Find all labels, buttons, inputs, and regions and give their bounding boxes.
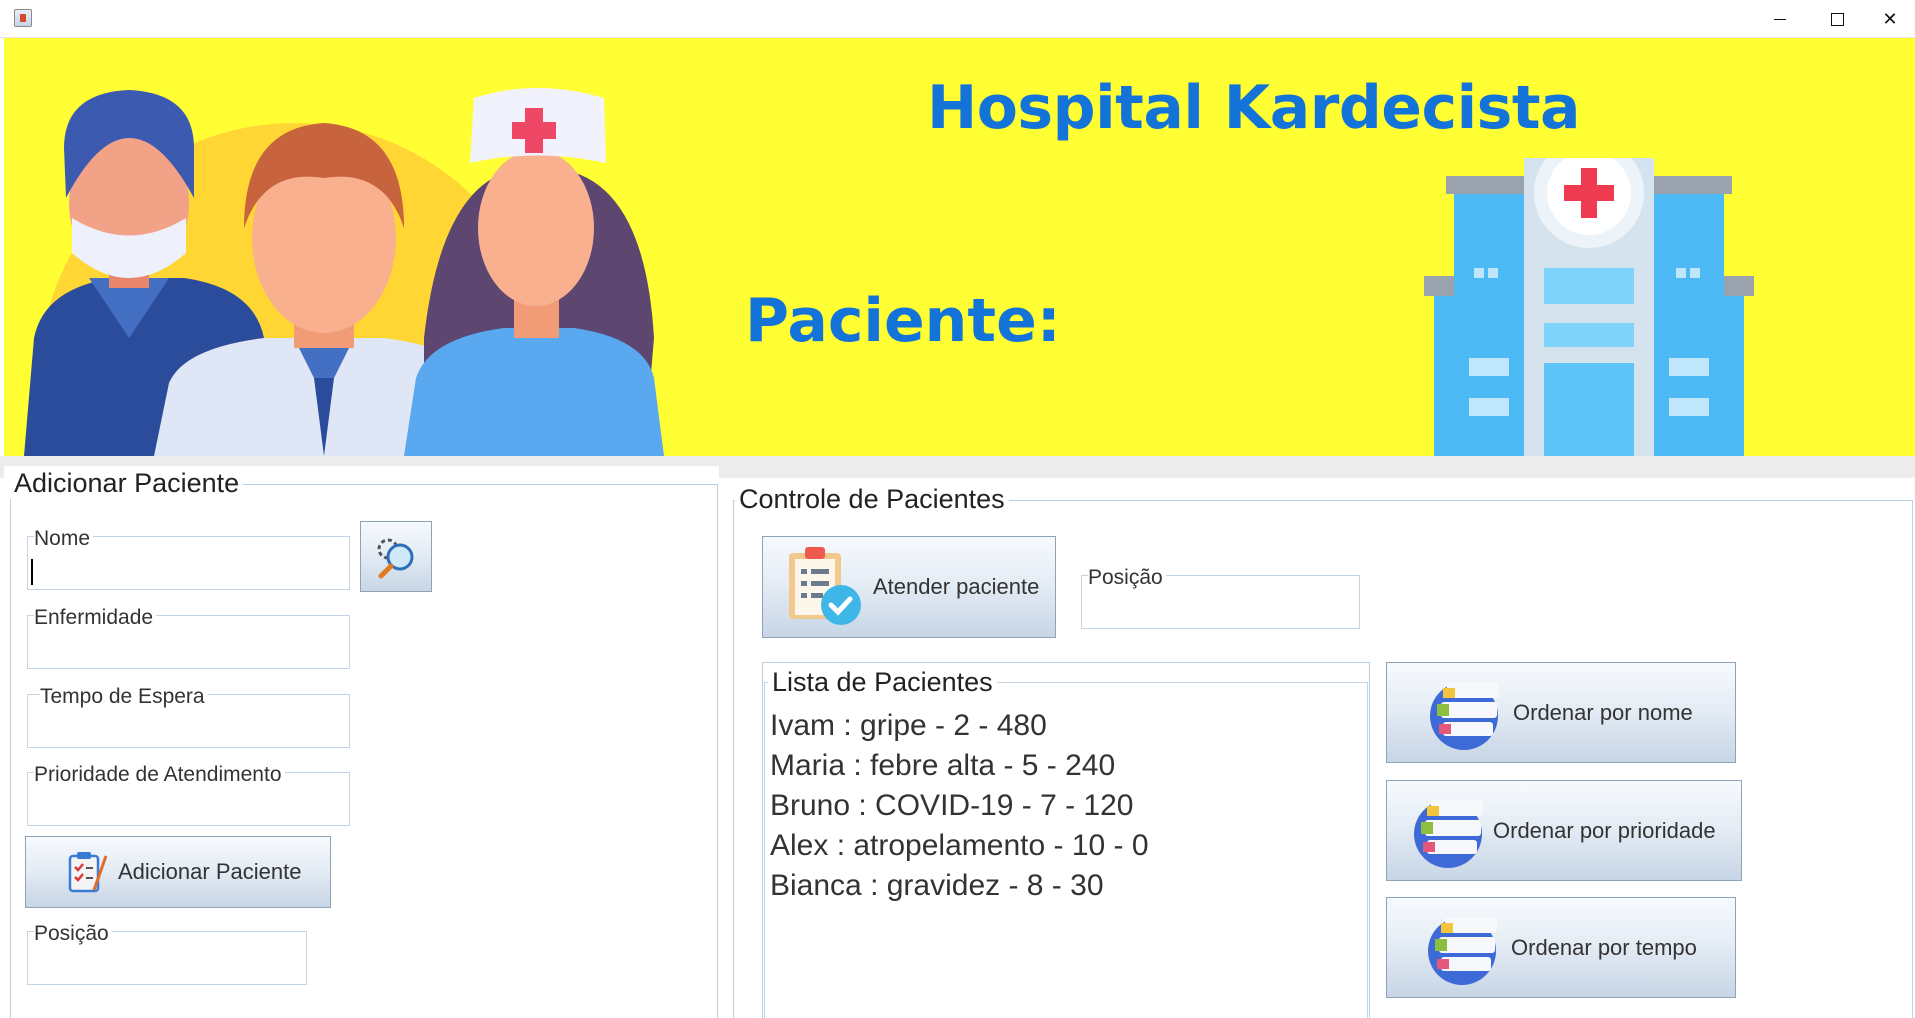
sort-by-name-label: Ordenar por nome [1513, 699, 1693, 725]
hospital-building-illustration [1424, 158, 1754, 456]
medical-staff-illustration [24, 88, 664, 456]
clipboard-checklist-icon [68, 852, 108, 893]
list-item[interactable]: Bruno : COVID-19 - 7 - 120 [770, 789, 1134, 823]
sort-by-priority-label: Ordenar por prioridade [1493, 817, 1716, 843]
search-patient-button[interactable] [360, 521, 432, 592]
window-titlebar: ✕ [0, 0, 1915, 38]
add-position-field-label: Posição [34, 922, 112, 946]
sort-by-name-button[interactable]: Ordenar por nome [1386, 662, 1736, 763]
maximize-icon[interactable] [1809, 0, 1865, 38]
sorted-list-icon [1430, 681, 1499, 750]
sorted-list-icon [1414, 799, 1483, 868]
attend-patient-button-label: Atender paciente [873, 574, 1040, 599]
control-panel-title: Controle de Pacientes [735, 484, 1009, 515]
sorted-list-icon [1428, 916, 1497, 985]
list-item[interactable]: Alex : atropelamento - 10 - 0 [770, 829, 1149, 863]
list-item[interactable]: Maria : febre alta - 5 - 240 [770, 749, 1115, 783]
list-item[interactable]: Bianca : gravidez - 8 - 30 [770, 869, 1104, 903]
current-patient-label: Paciente: [745, 286, 1061, 356]
patient-list-title: Lista de Pacientes [768, 667, 997, 698]
sort-by-time-label: Ordenar por tempo [1511, 934, 1697, 960]
add-patient-button-label: Adicionar Paciente [118, 859, 302, 884]
wait-time-field-label: Tempo de Espera [40, 685, 208, 709]
sort-by-priority-button[interactable]: Ordenar por prioridade [1386, 780, 1742, 881]
priority-field-label: Prioridade de Atendimento [34, 763, 285, 787]
text-caret [31, 559, 33, 585]
magnifier-gear-icon [377, 538, 414, 578]
disease-field-label: Enfermidade [34, 606, 157, 630]
minimize-icon[interactable] [1752, 0, 1808, 38]
close-icon[interactable]: ✕ [1862, 0, 1915, 38]
java-app-icon [14, 9, 32, 27]
header-banner: Hospital Kardecista Paciente: [4, 38, 1915, 456]
hospital-title: Hospital Kardecista [927, 73, 1581, 143]
add-patient-button[interactable]: Adicionar Paciente [25, 836, 331, 908]
clipboard-check-icon [789, 547, 861, 625]
add-patient-title: Adicionar Paciente [10, 468, 244, 499]
name-field-label: Nome [34, 527, 94, 551]
sort-by-time-button[interactable]: Ordenar por tempo [1386, 897, 1736, 998]
control-position-field-label: Posição [1088, 566, 1166, 590]
attend-patient-button[interactable]: Atender paciente [762, 536, 1056, 638]
list-item[interactable]: Ivam : gripe - 2 - 480 [770, 709, 1047, 743]
